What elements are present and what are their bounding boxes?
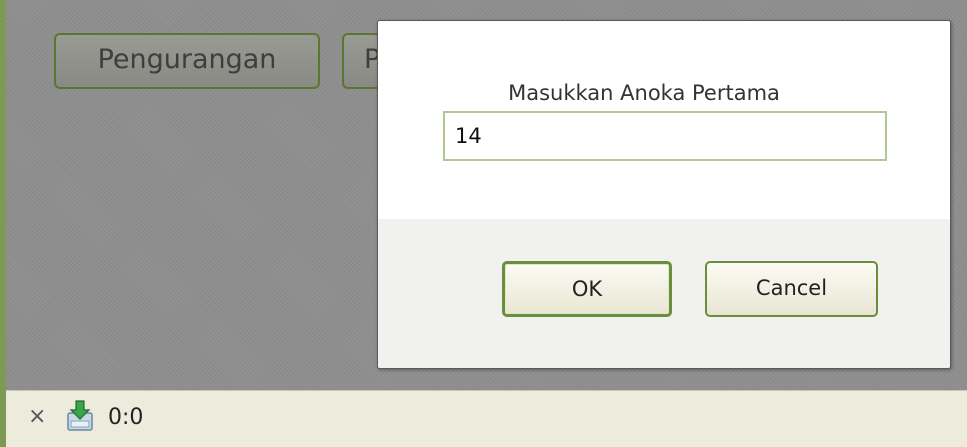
pengurangan-button: Pengurangan bbox=[54, 33, 320, 89]
download-tray-icon[interactable] bbox=[66, 399, 94, 433]
ok-button[interactable]: OK bbox=[502, 261, 672, 317]
dialog-prompt-label: Masukkan Anoka Pertama bbox=[508, 81, 780, 105]
dialog-footer: OK Cancel bbox=[378, 219, 950, 368]
status-counter: 0:0 bbox=[108, 405, 144, 430]
dialog-content: Masukkan Anoka Pertama bbox=[378, 21, 950, 219]
cancel-button[interactable]: Cancel bbox=[705, 261, 878, 317]
number-input[interactable] bbox=[443, 111, 887, 161]
prompt-dialog: Masukkan Anoka Pertama OK Cancel bbox=[377, 20, 951, 369]
status-bar: × 0:0 bbox=[6, 390, 967, 447]
close-icon[interactable]: × bbox=[28, 403, 46, 431]
app-window: Pengurangan P × 0:0 Masukkan Anoka Perta… bbox=[0, 0, 967, 447]
left-border-strip bbox=[0, 0, 6, 447]
